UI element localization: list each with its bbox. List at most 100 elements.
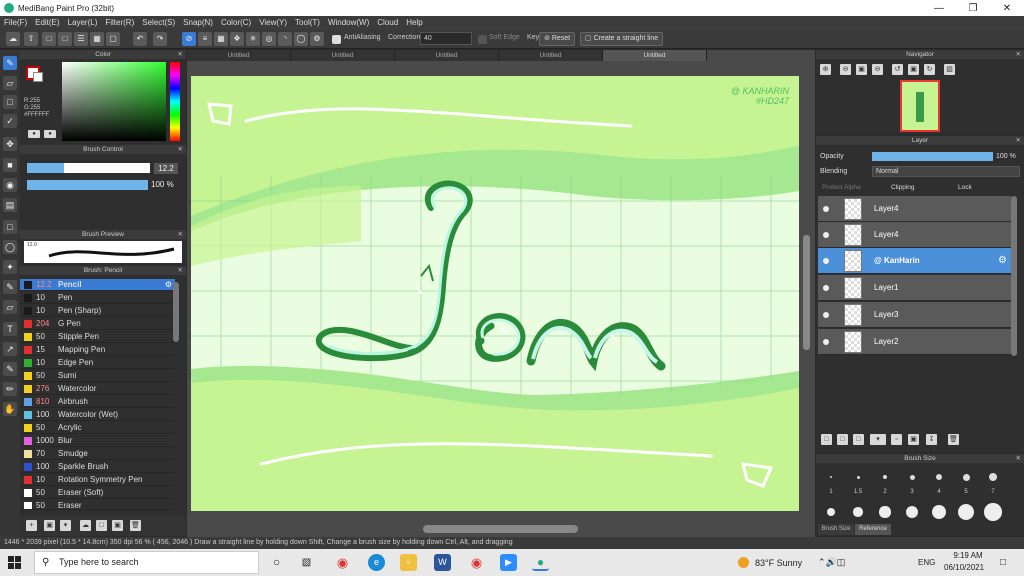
- gradient-tool-icon[interactable]: ▤: [3, 198, 17, 212]
- visibility-icon[interactable]: [823, 285, 829, 291]
- folder-icon[interactable]: ▫: [891, 434, 902, 445]
- weather-text[interactable]: 83°F Sunny: [755, 558, 802, 568]
- snap-settings-icon[interactable]: ⚙: [310, 32, 324, 46]
- brush-item[interactable]: 100 Sparkle Brush: [20, 461, 175, 473]
- snap-ellipse-icon[interactable]: ◯: [294, 32, 308, 46]
- tab-brush-size[interactable]: Brush Size: [818, 524, 854, 535]
- close-icon[interactable]: ✕: [178, 266, 183, 275]
- reset-button[interactable]: ⊘ Reset: [539, 32, 576, 46]
- brush-item[interactable]: 50 Sumi: [20, 370, 175, 382]
- brush-item[interactable]: 15 Mapping Pen: [20, 344, 175, 356]
- zoom-in-icon[interactable]: ⊕: [820, 64, 831, 75]
- merge-down-icon[interactable]: ↧: [926, 434, 937, 445]
- duplicate-brush-icon[interactable]: ▣: [112, 520, 123, 531]
- menu-view[interactable]: View(Y): [259, 18, 287, 27]
- eyedropper-icon[interactable]: ✏: [3, 382, 17, 396]
- zoom-out-icon[interactable]: ⊖: [840, 64, 851, 75]
- reset-view-icon[interactable]: ▣: [908, 64, 919, 75]
- protect-alpha-checkbox[interactable]: Protect Alpha: [822, 184, 861, 191]
- brush-item[interactable]: 100 Watercolor (Wet): [20, 409, 175, 421]
- brush-item[interactable]: 276 Watercolor: [20, 383, 175, 395]
- palette-icon[interactable]: ●: [28, 130, 40, 138]
- visibility-icon[interactable]: [823, 339, 829, 345]
- new-layer-1bit-icon[interactable]: □: [853, 434, 864, 445]
- menu-filter[interactable]: Filter(R): [105, 18, 134, 27]
- taskbar-search-input[interactable]: ⚲ Type here to search: [34, 551, 259, 574]
- brush-size-value[interactable]: 12.2: [154, 163, 178, 174]
- close-icon[interactable]: ✕: [178, 230, 183, 239]
- brush-size-dot[interactable]: [962, 473, 970, 481]
- maximize-button[interactable]: ❐: [956, 0, 990, 16]
- brush-list-scrollbar[interactable]: [173, 282, 179, 342]
- canvas-horizontal-scrollbar[interactable]: [423, 525, 578, 533]
- brush-menu-icon[interactable]: ▾: [60, 520, 71, 531]
- select-pen-tool-icon[interactable]: ✎: [3, 280, 17, 294]
- new-layer-icon[interactable]: □: [821, 434, 832, 445]
- dot-tool-icon[interactable]: □: [3, 95, 17, 109]
- menu-cloud[interactable]: Cloud: [377, 18, 398, 27]
- brush-item[interactable]: 12.2 Pencil ⚙: [20, 279, 175, 291]
- rotate-right-icon[interactable]: ↻: [924, 64, 935, 75]
- menu-window[interactable]: Window(W): [328, 18, 369, 27]
- chat-icon[interactable]: □: [58, 32, 72, 46]
- brush-size-dot[interactable]: [936, 474, 942, 480]
- brush-item[interactable]: 50 Eraser (Soft): [20, 487, 175, 499]
- move-tool-icon[interactable]: ✥: [3, 137, 17, 151]
- open-icon[interactable]: ⇧: [24, 32, 38, 46]
- language-indicator[interactable]: ENG: [918, 558, 935, 567]
- text-tool-icon[interactable]: T: [3, 322, 17, 336]
- doc-tab[interactable]: Untitled: [291, 50, 395, 61]
- operation-tool-icon[interactable]: ↗: [3, 342, 17, 356]
- close-icon[interactable]: ✕: [1016, 136, 1021, 145]
- fit-icon[interactable]: ▣: [856, 64, 867, 75]
- comment-icon[interactable]: □: [42, 32, 56, 46]
- tab-reference[interactable]: Reference: [855, 524, 891, 535]
- file-explorer-icon[interactable]: ▫: [400, 554, 417, 571]
- drawing-canvas[interactable]: @ KANHARIN #HD247: [191, 76, 799, 511]
- chrome-icon[interactable]: ◉: [334, 554, 351, 571]
- panel-icon[interactable]: ▢: [106, 32, 120, 46]
- cloud-icon[interactable]: ☁: [6, 32, 20, 46]
- hand-tool-icon[interactable]: ✋: [3, 402, 17, 416]
- visibility-icon[interactable]: [823, 312, 829, 318]
- edge-icon[interactable]: e: [368, 554, 385, 571]
- layer-list-scrollbar[interactable]: [1011, 196, 1017, 356]
- brush-size-dot[interactable]: [909, 474, 915, 480]
- divide-tool-icon[interactable]: ✎: [3, 362, 17, 376]
- straight-line-button[interactable]: ▢ Create a straight line: [580, 32, 664, 46]
- brush-item[interactable]: 70 Smudge: [20, 448, 175, 460]
- lock-checkbox[interactable]: Lock: [958, 184, 972, 191]
- brush-item[interactable]: 50 Acrylic: [20, 422, 175, 434]
- brush-opacity-slider[interactable]: [27, 180, 148, 190]
- select-tool-icon[interactable]: □: [3, 220, 17, 234]
- visibility-icon[interactable]: [823, 232, 829, 238]
- duplicate-layer-icon[interactable]: ▣: [908, 434, 919, 445]
- task-view-icon[interactable]: ▧: [298, 554, 315, 571]
- brush-item[interactable]: 50 Stipple Pen: [20, 331, 175, 343]
- snap-parallel-icon[interactable]: ≡: [198, 32, 212, 46]
- close-icon[interactable]: ✕: [1016, 454, 1021, 463]
- chrome-profile-icon[interactable]: ◉: [468, 554, 485, 571]
- brush-size-slider[interactable]: [27, 163, 150, 173]
- layer-opacity-slider[interactable]: [872, 152, 993, 161]
- layer-row-selected[interactable]: @ KanHarin ⚙: [818, 248, 1011, 274]
- brush-size-dot[interactable]: [830, 476, 832, 478]
- brush-size-dot[interactable]: [856, 475, 860, 479]
- antialias-checkbox[interactable]: [332, 35, 341, 44]
- trash-icon[interactable]: 🗑: [948, 434, 959, 445]
- brush-item[interactable]: 810 Airbrush: [20, 396, 175, 408]
- panel-toggle-icon[interactable]: □: [96, 520, 107, 531]
- cloud-brush-icon[interactable]: ☁: [80, 520, 91, 531]
- brush-item[interactable]: 10 Pen: [20, 292, 175, 304]
- close-icon[interactable]: ✕: [178, 50, 183, 59]
- select-pen-icon[interactable]: ✓: [3, 114, 17, 128]
- menu-file[interactable]: File(F): [4, 18, 27, 27]
- doc-tab[interactable]: Untitled: [187, 50, 291, 61]
- blending-select[interactable]: Normal: [872, 166, 1020, 177]
- windows-start-icon[interactable]: [8, 556, 21, 569]
- brush-item[interactable]: 10 Edge Pen: [20, 357, 175, 369]
- snap-off-icon[interactable]: ⊘: [182, 32, 196, 46]
- background-color-swatch[interactable]: [33, 72, 43, 82]
- add-layer-menu-icon[interactable]: ▾: [870, 434, 886, 445]
- close-button[interactable]: ✕: [990, 0, 1024, 16]
